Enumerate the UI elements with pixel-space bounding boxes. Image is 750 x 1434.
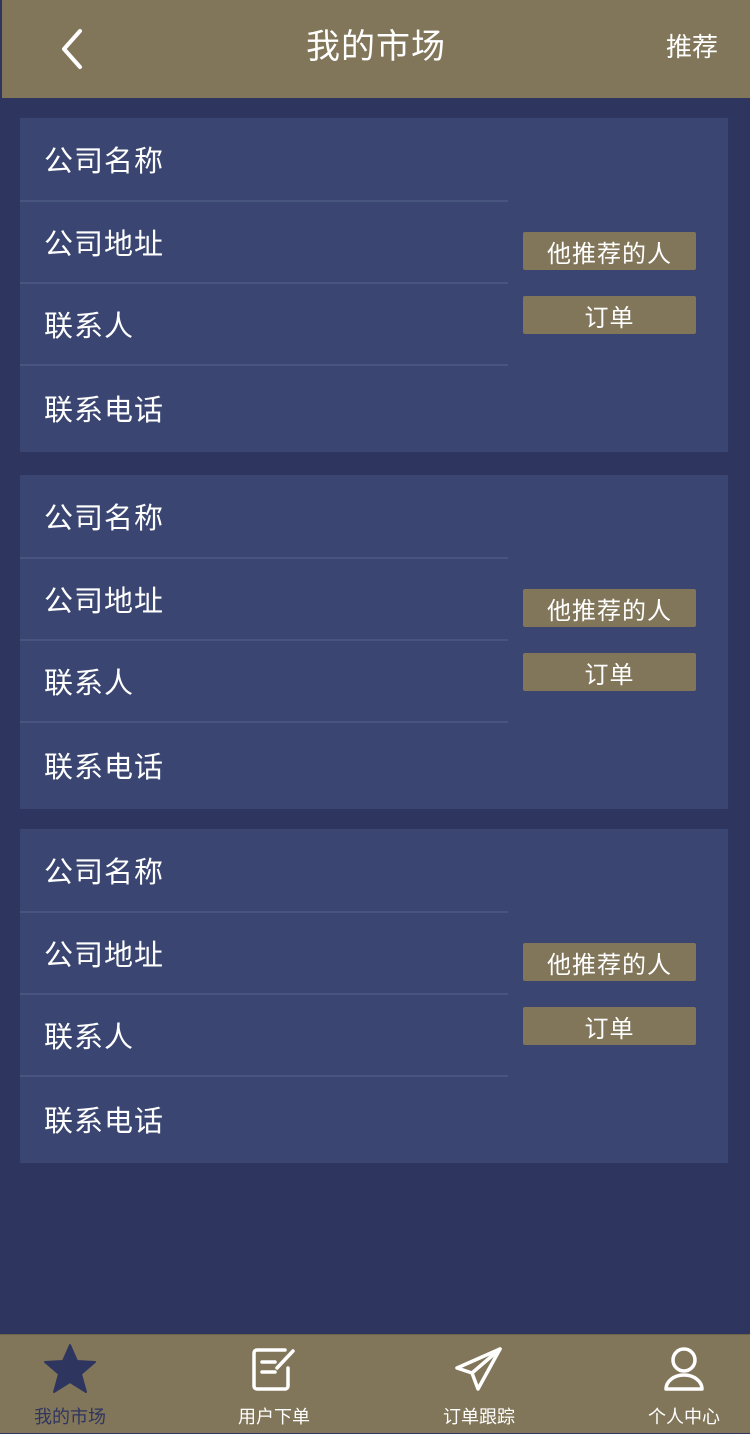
contact-person-row[interactable]: 联系人 xyxy=(20,284,508,366)
orders-button[interactable]: 订单 xyxy=(523,1007,696,1045)
edit-note-icon xyxy=(246,1341,302,1397)
contact-person-row[interactable]: 联系人 xyxy=(20,995,508,1077)
orders-button[interactable]: 订单 xyxy=(523,296,696,334)
contact-phone-row[interactable]: 联系电话 xyxy=(20,1077,508,1161)
contact-phone-label: 联系电话 xyxy=(44,393,165,427)
page-title: 我的市场 xyxy=(306,27,446,67)
tab-order-tracking[interactable]: 订单跟踪 xyxy=(429,1335,529,1434)
contact-phone-label: 联系电话 xyxy=(44,1104,165,1138)
company-info-list: 公司名称 公司地址 联系人 联系电话 xyxy=(20,118,508,450)
recommended-people-button[interactable]: 他推荐的人 xyxy=(523,589,696,627)
tab-label: 用户下单 xyxy=(238,1407,310,1428)
contact-phone-row[interactable]: 联系电话 xyxy=(20,723,508,807)
company-address-row[interactable]: 公司地址 xyxy=(20,559,508,641)
tab-label: 个人中心 xyxy=(648,1407,720,1428)
company-card: 公司名称 公司地址 联系人 联系电话 他推荐的人 订单 xyxy=(20,829,728,1163)
company-card: 公司名称 公司地址 联系人 联系电话 他推荐的人 订单 xyxy=(20,475,728,809)
recommended-people-button[interactable]: 他推荐的人 xyxy=(523,943,696,981)
orders-button[interactable]: 订单 xyxy=(523,653,696,691)
top-nav-bar: 我的市场 推荐 xyxy=(2,0,750,98)
company-address-row[interactable]: 公司地址 xyxy=(20,913,508,995)
company-address-label: 公司地址 xyxy=(44,584,165,618)
bottom-tab-bar: 我的市场 用户下单 订单跟踪 个人中心 xyxy=(0,1334,750,1433)
tab-profile[interactable]: 个人中心 xyxy=(634,1335,734,1434)
company-info-list: 公司名称 公司地址 联系人 联系电话 xyxy=(20,475,508,807)
recommend-button[interactable]: 推荐 xyxy=(666,28,718,68)
company-name-label: 公司名称 xyxy=(44,855,165,889)
company-name-row[interactable]: 公司名称 xyxy=(20,829,508,913)
company-address-label: 公司地址 xyxy=(44,938,165,972)
contact-phone-row[interactable]: 联系电话 xyxy=(20,366,508,450)
contact-phone-label: 联系电话 xyxy=(44,750,165,784)
company-name-label: 公司名称 xyxy=(44,144,165,178)
company-name-label: 公司名称 xyxy=(44,501,165,535)
company-address-row[interactable]: 公司地址 xyxy=(20,202,508,284)
company-name-row[interactable]: 公司名称 xyxy=(20,475,508,559)
tab-label: 订单跟踪 xyxy=(443,1407,515,1428)
contact-person-label: 联系人 xyxy=(44,1020,135,1054)
company-address-label: 公司地址 xyxy=(44,227,165,261)
contact-person-label: 联系人 xyxy=(44,309,135,343)
paper-plane-icon xyxy=(451,1341,507,1397)
tab-label: 我的市场 xyxy=(34,1407,106,1428)
company-name-row[interactable]: 公司名称 xyxy=(20,118,508,202)
company-card: 公司名称 公司地址 联系人 联系电话 他推荐的人 订单 xyxy=(20,118,728,452)
company-info-list: 公司名称 公司地址 联系人 联系电话 xyxy=(20,829,508,1161)
user-icon xyxy=(656,1341,712,1397)
contact-person-label: 联系人 xyxy=(44,666,135,700)
tab-user-order[interactable]: 用户下单 xyxy=(224,1335,324,1434)
star-icon xyxy=(42,1341,98,1397)
tab-my-market[interactable]: 我的市场 xyxy=(20,1335,120,1434)
contact-person-row[interactable]: 联系人 xyxy=(20,641,508,723)
recommended-people-button[interactable]: 他推荐的人 xyxy=(523,232,696,270)
